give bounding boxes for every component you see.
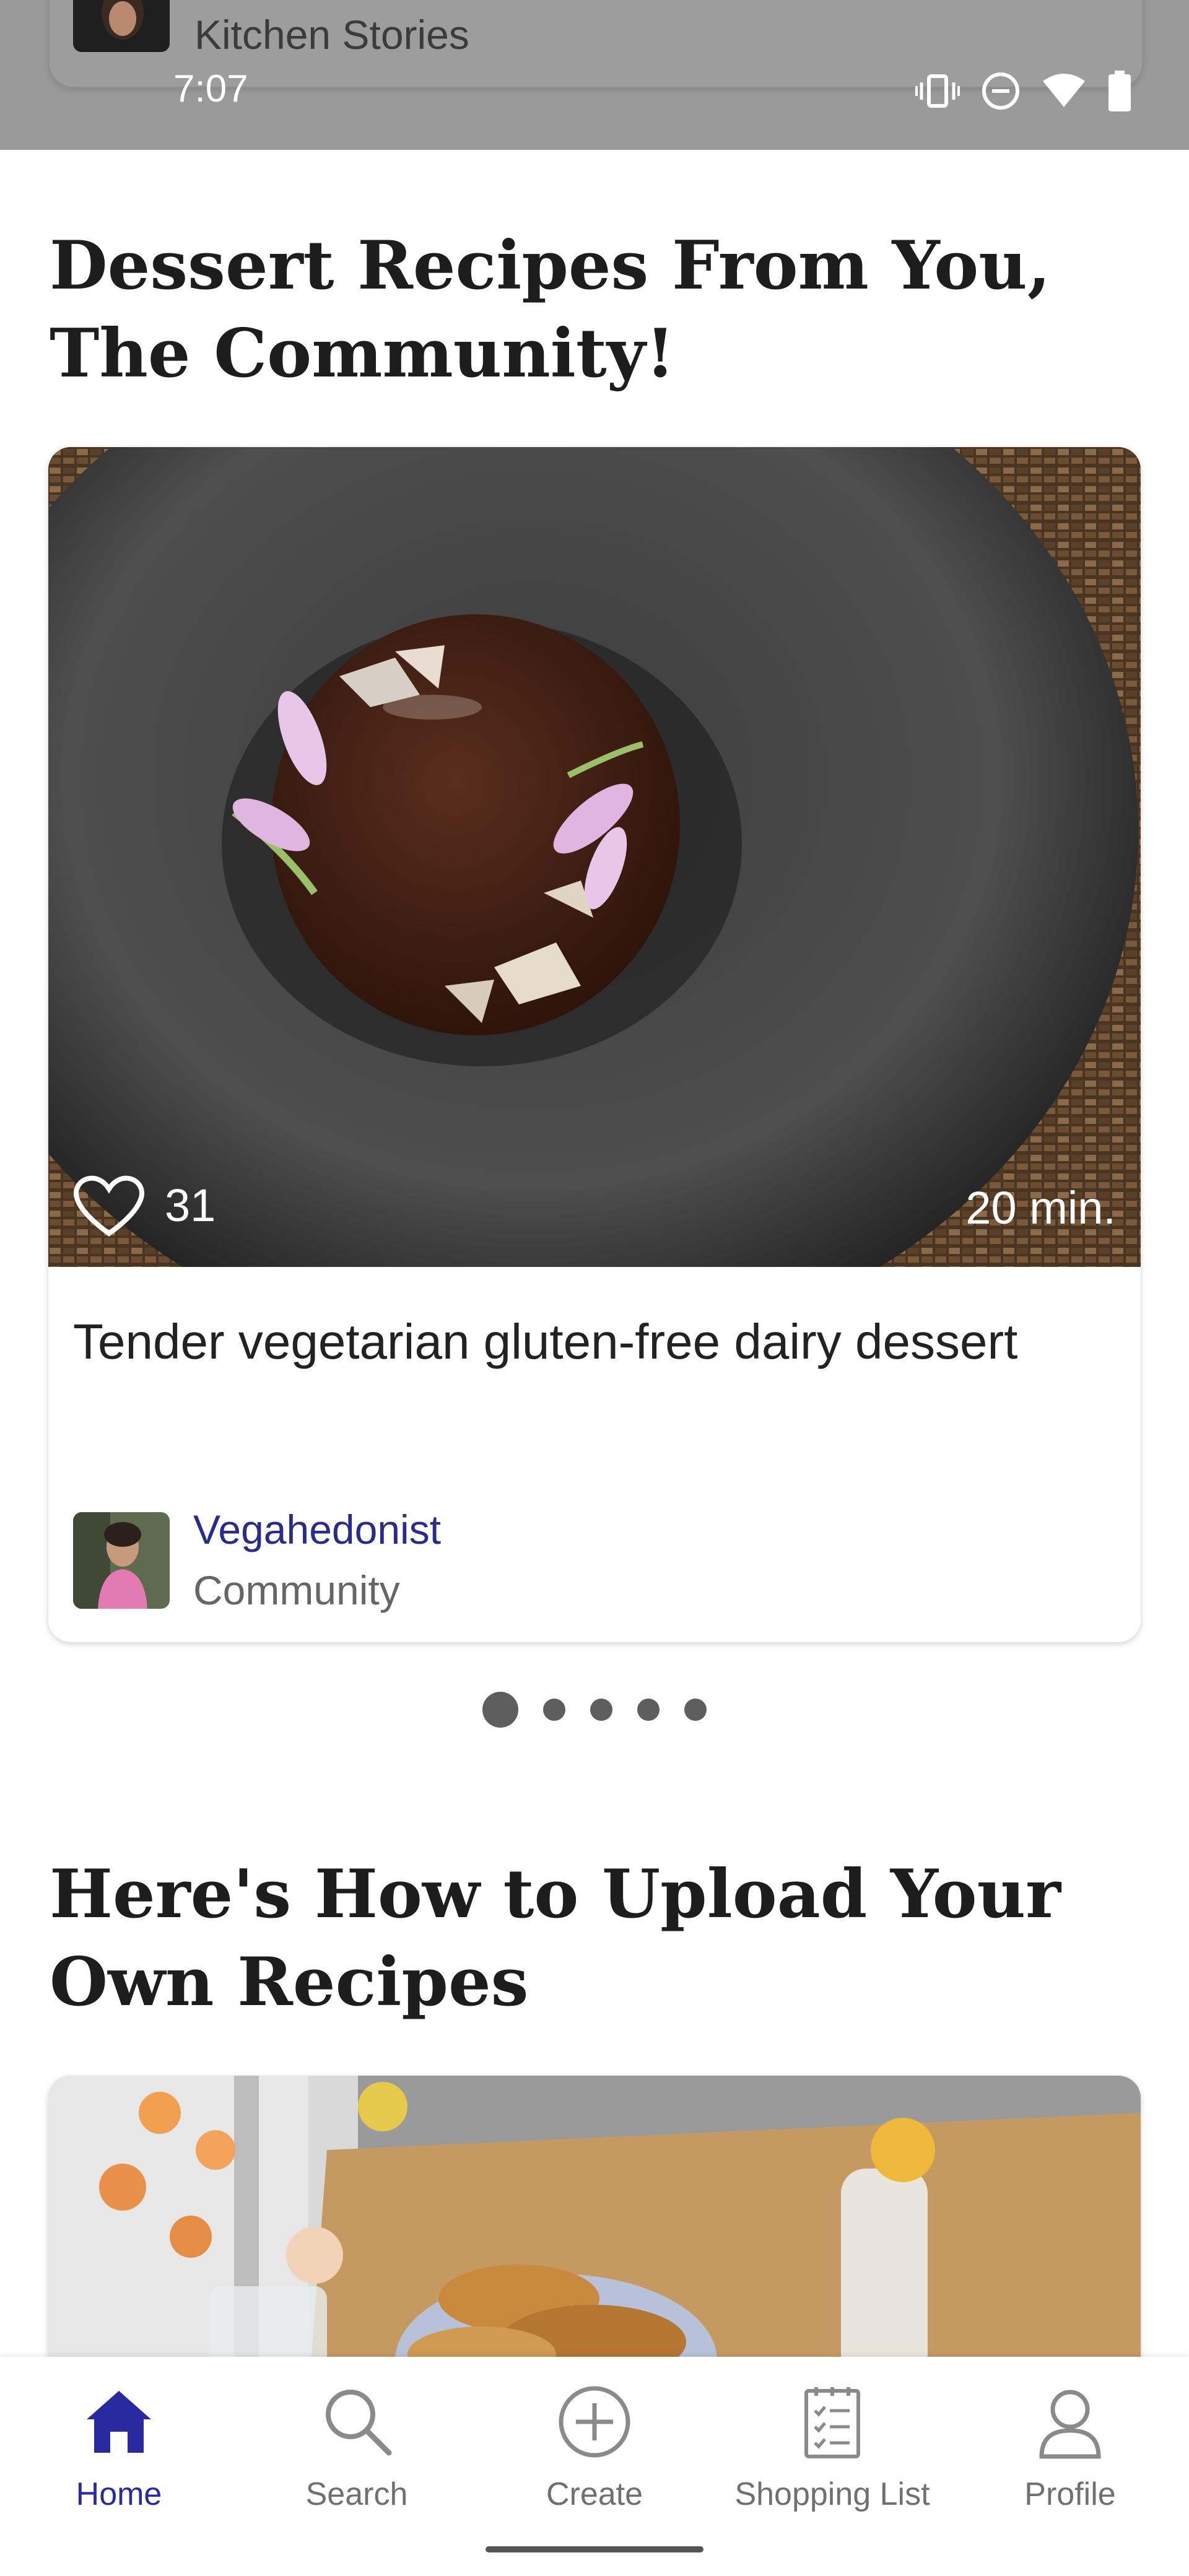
nav-home[interactable]: Home	[0, 2382, 238, 2524]
status-icons	[915, 69, 1132, 113]
home-indicator[interactable]	[486, 2546, 703, 2552]
nav-shopping-list-label: Shopping List	[734, 2476, 930, 2512]
vibrate-icon	[915, 74, 960, 108]
author-avatar[interactable]	[73, 1512, 170, 1609]
recipe-card[interactable]: 31 20 min. Tender vegetarian gluten-free…	[48, 447, 1141, 1642]
profile-icon	[1030, 2382, 1110, 2462]
recipe-photo	[48, 447, 1141, 1267]
author-type: Community	[193, 1567, 400, 1613]
notification-title: Kitchen Stories	[194, 12, 469, 58]
heart-icon[interactable]	[72, 1172, 146, 1238]
nav-search[interactable]: Search	[238, 2382, 476, 2524]
upload-recipes-card[interactable]	[48, 2076, 1141, 2398]
plus-circle-icon	[554, 2382, 635, 2462]
recipe-title[interactable]: Tender vegetarian gluten-free dairy dess…	[73, 1298, 1064, 1386]
status-bar: Kitchen Stories 7:07	[0, 0, 1189, 150]
notification-avatar	[73, 0, 170, 52]
nav-create[interactable]: Create	[476, 2382, 713, 2524]
recipe-duration: 20 min.	[965, 1182, 1116, 1234]
likes-count[interactable]: 31	[72, 1172, 216, 1238]
shopping-list-icon	[792, 2382, 873, 2462]
battery-icon	[1108, 71, 1131, 111]
carousel-indicator	[0, 1692, 1189, 1728]
upload-recipes-photo	[48, 2076, 1141, 2398]
likes-number: 31	[165, 1179, 216, 1231]
carousel-dot[interactable]	[637, 1699, 660, 1721]
carousel-dot[interactable]	[482, 1692, 518, 1728]
carousel-dot[interactable]	[684, 1699, 707, 1721]
home-icon	[79, 2382, 159, 2462]
wifi-icon	[1043, 74, 1085, 107]
author-name-link[interactable]: Vegahedonist	[193, 1506, 441, 1553]
carousel-dot[interactable]	[590, 1699, 612, 1721]
nav-profile-label: Profile	[1024, 2476, 1116, 2512]
do-not-disturb-icon	[982, 72, 1019, 110]
bottom-navigation: Home Search Create Shopping List Profile	[0, 2357, 1189, 2576]
nav-profile[interactable]: Profile	[951, 2382, 1189, 2524]
nav-shopping-list[interactable]: Shopping List	[713, 2382, 951, 2524]
status-time: 7:07	[173, 67, 248, 110]
nav-search-label: Search	[305, 2476, 408, 2512]
search-icon	[316, 2382, 397, 2462]
carousel-dot[interactable]	[543, 1699, 565, 1721]
nav-home-label: Home	[76, 2476, 162, 2512]
section-title-upload-recipes: Here's How to Upload Your Own Recipes	[50, 1855, 1061, 2021]
section-title-community-desserts: Dessert Recipes From You, The Community!	[50, 227, 1051, 393]
nav-create-label: Create	[546, 2476, 643, 2512]
